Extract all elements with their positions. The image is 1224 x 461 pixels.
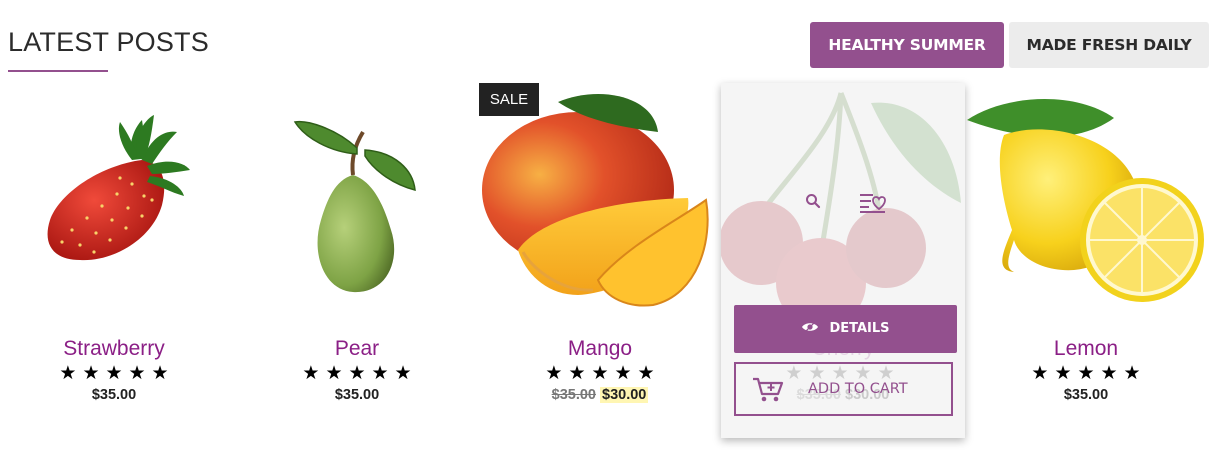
details-button[interactable]: DETAILS [734, 305, 957, 353]
product-card-pear[interactable]: Pear ★★★★★ $35.00 [235, 80, 479, 420]
product-card-lemon[interactable]: Lemon ★★★★★ $35.00 [964, 80, 1208, 420]
eye-icon [802, 321, 819, 333]
product-price: $35.00 [1063, 387, 1109, 403]
mango-image[interactable] [478, 80, 722, 320]
add-to-cart-label: ADD TO CART [808, 381, 908, 397]
details-label: DETAILS [829, 321, 890, 336]
wishlist-icon[interactable] [859, 192, 887, 214]
rating-stars: ★★★★★ [1031, 363, 1147, 384]
cart-icon [753, 377, 784, 402]
product-price: $35.00 $30.00 [478, 387, 722, 403]
tab-made-fresh-daily[interactable]: MADE FRESH DAILY [1009, 22, 1209, 68]
sale-price: $30.00 [600, 387, 649, 403]
product-name[interactable]: Strawberry [0, 337, 236, 361]
tab-healthy-summer[interactable]: HEALTHY SUMMER [810, 22, 1004, 68]
product-name[interactable]: Mango [478, 337, 722, 361]
old-price: $35.00 [551, 387, 596, 403]
product-card-mango[interactable]: Mango ★★★★★ $35.00 $30.00 [478, 80, 722, 420]
cherry-image[interactable] [721, 83, 965, 323]
product-name[interactable]: Lemon [964, 337, 1208, 361]
product-card-cherry[interactable]: Cherry ★★★★★ $35.00 $30.00 DETAILS ADD T… [721, 83, 965, 438]
product-name[interactable]: Pear [235, 337, 479, 361]
rating-stars: ★★★★★ [59, 363, 175, 384]
strawberry-image[interactable] [0, 80, 236, 320]
title-underline [8, 70, 108, 72]
sale-badge: SALE [479, 83, 539, 116]
product-price: $35.00 [334, 387, 380, 403]
rating-stars: ★★★★★ [545, 363, 661, 384]
search-icon[interactable] [805, 193, 821, 209]
pear-image[interactable] [235, 80, 479, 320]
section-title: LATEST POSTS [8, 27, 209, 57]
product-card-strawberry[interactable]: Strawberry ★★★★★ $35.00 [0, 80, 236, 420]
add-to-cart-button[interactable]: ADD TO CART [734, 362, 953, 416]
rating-stars: ★★★★★ [302, 363, 418, 384]
lemon-image[interactable] [964, 80, 1208, 320]
product-price: $35.00 [91, 387, 137, 403]
